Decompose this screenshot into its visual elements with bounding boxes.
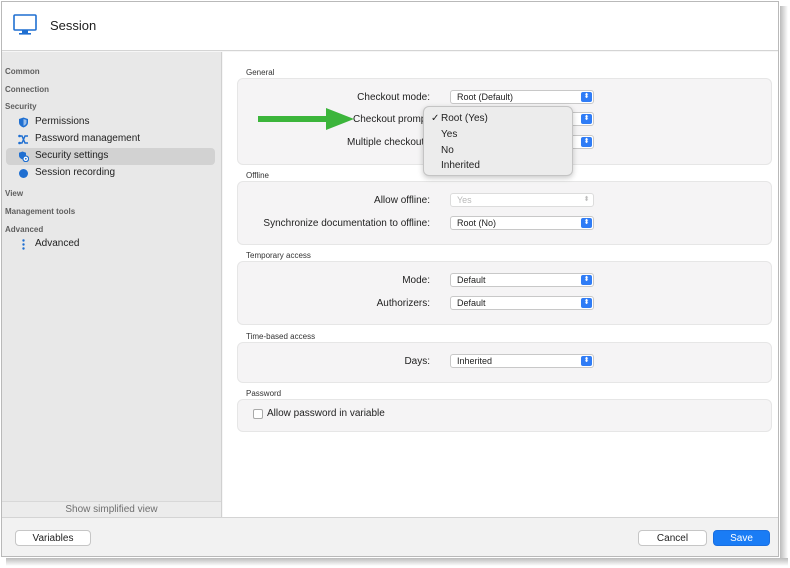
- sidebar-group-view[interactable]: View: [5, 189, 23, 198]
- sidebar-group-advanced[interactable]: Advanced: [5, 225, 43, 234]
- save-button[interactable]: Save: [713, 530, 770, 546]
- allow-offline-label: Allow offline:: [374, 195, 430, 206]
- section-time-based-access: Days: Inherited ⬍: [237, 342, 772, 383]
- section-temporary-access: Mode: Default ⬍ Authorizers: Default ⬍: [237, 261, 772, 325]
- days-select[interactable]: Inherited ⬍: [450, 354, 594, 368]
- checkout-mode-value: Root (Default): [457, 92, 514, 102]
- days-label: Days:: [404, 356, 430, 367]
- sidebar-item-label: Session recording: [35, 167, 116, 178]
- vertical-ellipsis-icon: [22, 239, 25, 250]
- chevron-updown-icon: ⬍: [581, 137, 592, 147]
- days-value: Inherited: [457, 356, 493, 366]
- sidebar-group-management-tools[interactable]: Management tools: [5, 207, 75, 216]
- menu-item-no[interactable]: No: [441, 145, 454, 156]
- sidebar-item-label: Permissions: [35, 116, 90, 127]
- sidebar-item-password-management[interactable]: Password management: [6, 131, 215, 148]
- checkout-prompt-label: Checkout promp: [353, 114, 427, 125]
- sidebar-item-security-settings[interactable]: Security settings: [6, 148, 215, 165]
- show-simplified-view-button[interactable]: Show simplified view: [2, 501, 221, 517]
- allow-password-in-variable-label[interactable]: Allow password in variable: [267, 408, 385, 419]
- mode-value: Default: [457, 275, 486, 285]
- chevron-updown-icon: ⬍: [581, 275, 592, 285]
- checkmark-icon: ✓: [431, 113, 440, 124]
- checkout-mode-label: Checkout mode:: [357, 92, 430, 103]
- menu-item-root-yes[interactable]: Root (Yes): [441, 113, 488, 124]
- sidebar-group-common[interactable]: Common: [5, 67, 40, 76]
- chevron-updown-icon: ⬍: [581, 298, 592, 308]
- section-title-offline: Offline: [246, 171, 269, 180]
- window-shadow-right: [780, 6, 788, 560]
- cancel-button[interactable]: Cancel: [638, 530, 707, 546]
- shield-icon: [19, 117, 28, 128]
- section-title-temporary-access: Temporary access: [246, 251, 311, 260]
- authorizers-select[interactable]: Default ⬍: [450, 296, 594, 310]
- variables-button[interactable]: Variables: [15, 530, 91, 546]
- allow-offline-select: Yes ⬍: [450, 193, 594, 207]
- chevron-updown-icon: ⬍: [581, 218, 592, 228]
- sidebar-item-session-recording[interactable]: Session recording: [6, 165, 215, 182]
- security-settings-icon: [19, 151, 29, 162]
- chevron-updown-icon: ⬍: [583, 196, 590, 203]
- mode-label: Mode:: [402, 275, 430, 286]
- record-dot-icon: [19, 169, 28, 178]
- checkout-mode-select[interactable]: Root (Default) ⬍: [450, 90, 594, 104]
- section-title-general: General: [246, 68, 275, 77]
- chevron-updown-icon: ⬍: [581, 356, 592, 366]
- section-title-password: Password: [246, 389, 282, 398]
- title-bar: Session: [2, 2, 778, 51]
- window-shadow-bottom: [6, 558, 788, 566]
- sidebar-item-permissions[interactable]: Permissions: [6, 114, 215, 131]
- session-window: Session Common Connection Security Permi…: [1, 1, 779, 557]
- section-password: Allow password in variable: [237, 399, 772, 432]
- authorizers-label: Authorizers:: [376, 298, 430, 309]
- sidebar-group-connection[interactable]: Connection: [5, 85, 49, 94]
- chevron-updown-icon: ⬍: [581, 114, 592, 124]
- menu-item-yes[interactable]: Yes: [441, 129, 457, 140]
- chevron-updown-icon: ⬍: [581, 92, 592, 102]
- callout-arrow-icon: [258, 108, 354, 130]
- sidebar-item-label: Password management: [35, 133, 141, 144]
- mode-select[interactable]: Default ⬍: [450, 273, 594, 287]
- sidebar-item-advanced[interactable]: Advanced: [6, 236, 215, 253]
- section-offline: Allow offline: Yes ⬍ Synchronize documen…: [237, 181, 772, 245]
- sync-docs-select[interactable]: Root (No) ⬍: [450, 216, 594, 230]
- sidebar: Common Connection Security Permissions P…: [2, 52, 222, 517]
- window-title: Session: [50, 18, 97, 33]
- sidebar-group-security[interactable]: Security: [5, 102, 37, 111]
- authorizers-value: Default: [457, 298, 486, 308]
- sync-docs-label: Synchronize documentation to offline:: [263, 218, 430, 229]
- monitor-icon: [13, 14, 37, 35]
- sidebar-item-label: Advanced: [35, 238, 80, 249]
- sidebar-item-label: Security settings: [35, 150, 109, 161]
- allow-offline-value: Yes: [457, 195, 472, 205]
- shuffle-icon: [18, 134, 28, 145]
- section-title-time-based-access: Time-based access: [246, 332, 316, 341]
- menu-item-inherited[interactable]: Inherited: [441, 160, 480, 171]
- sync-docs-value: Root (No): [457, 218, 497, 228]
- allow-password-in-variable-checkbox[interactable]: [253, 409, 263, 419]
- multiple-checkouts-label: Multiple checkouts: [347, 137, 430, 148]
- footer-bar: Variables Cancel Save: [2, 517, 778, 556]
- checkout-prompt-dropdown-menu: ✓ Root (Yes) Yes No Inherited: [423, 106, 573, 176]
